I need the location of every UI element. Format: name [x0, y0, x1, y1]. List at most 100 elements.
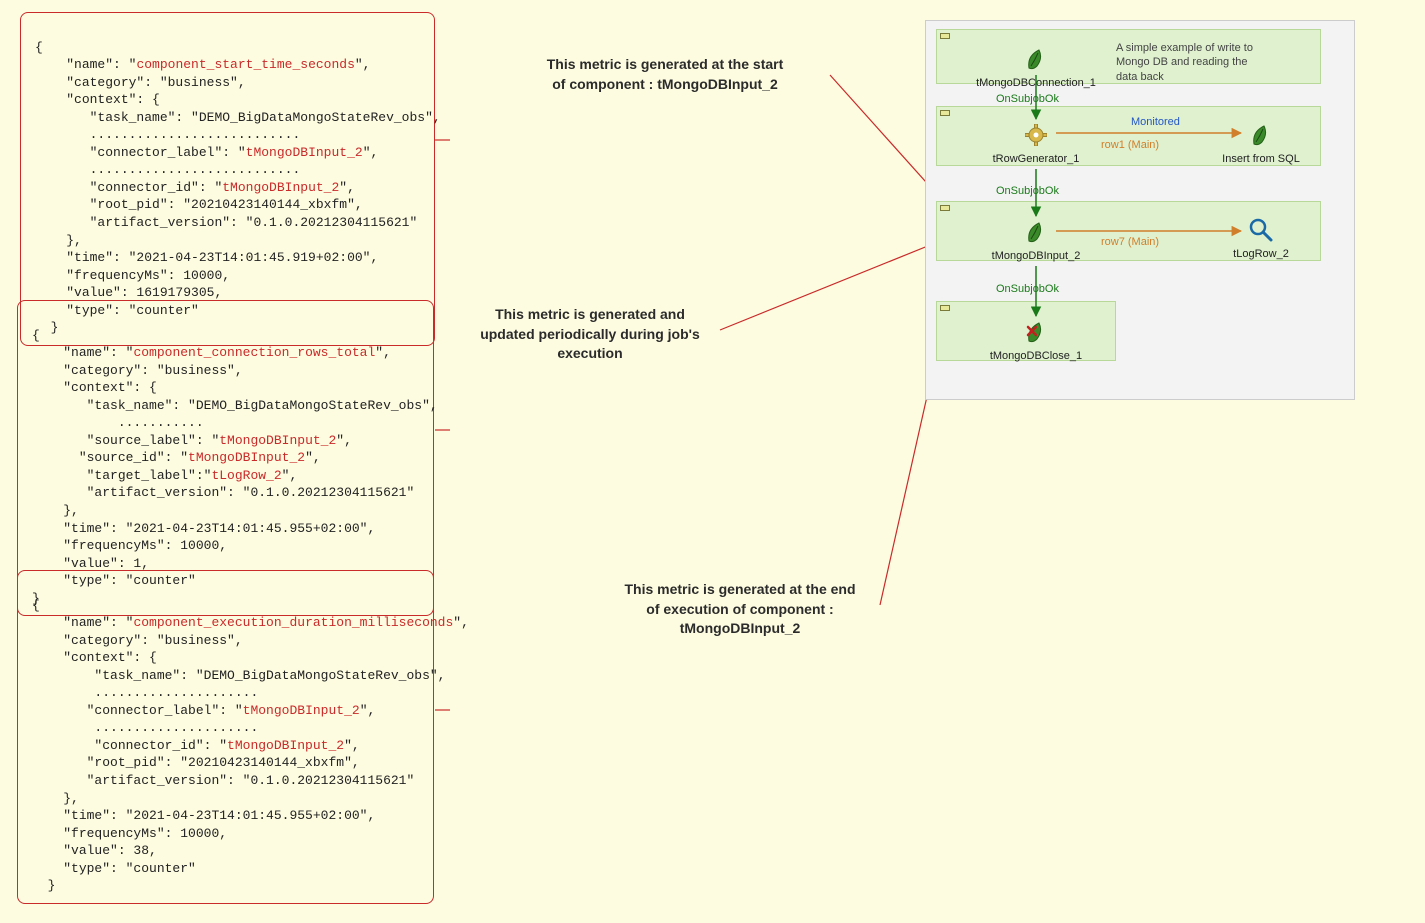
job-canvas: A simple example of write to Mongo DB an…	[925, 20, 1355, 400]
brace: {	[32, 598, 40, 613]
json-text: "artifact_version": "0.1.0.2021230411562…	[63, 485, 414, 500]
connector-id-value: tMongoDBInput_2	[227, 738, 344, 753]
json-text: "root_pid": "20210423140144_xbxfm",	[66, 197, 362, 212]
component-rowgenerator[interactable]: tRowGenerator_1	[976, 119, 1096, 165]
metric-name-value: component_execution_duration_millisecond…	[133, 615, 453, 630]
note-line: data back	[1116, 71, 1164, 83]
annotation-line: This metric is generated at the start	[547, 56, 784, 72]
collapse-handle-icon[interactable]	[940, 305, 950, 311]
annotation-line: tMongoDBInput_2	[680, 620, 801, 636]
json-text: "context": {	[66, 92, 160, 107]
flow-monitored-label: Monitored	[1131, 116, 1180, 128]
onsubjobok-label: OnSubjobOk	[996, 93, 1059, 105]
json-text: "task_name": "DEMO_BigDataMongoStateRev_…	[63, 668, 445, 683]
annotation-line: of execution of component :	[646, 601, 833, 617]
metric-name-value: component_start_time_seconds	[136, 57, 354, 72]
onsubjobok-label: OnSubjobOk	[996, 283, 1059, 295]
flow-row1-label: row1 (Main)	[1101, 139, 1159, 151]
leaf-icon	[1025, 48, 1047, 70]
json-text: "value": 1,	[63, 556, 149, 571]
json-text: "target_label":"	[63, 468, 211, 483]
json-text: ",	[305, 450, 321, 465]
source-id-value: tMongoDBInput_2	[188, 450, 305, 465]
target-label-value: tLogRow_2	[211, 468, 281, 483]
metric-box-duration: { "name": "component_execution_duration_…	[17, 570, 434, 904]
json-text: "category": "business",	[63, 633, 242, 648]
json-text: "frequencyMs": 10000,	[66, 268, 230, 283]
json-text: ",	[360, 703, 376, 718]
component-logrow[interactable]: tLogRow_2	[1201, 214, 1321, 260]
json-text: },	[63, 503, 79, 518]
json-text: "context": {	[63, 380, 157, 395]
metric-box-start-time: { "name": "component_start_time_seconds"…	[20, 12, 435, 346]
flow-row7-label: row7 (Main)	[1101, 236, 1159, 248]
json-text: "type": "counter"	[63, 861, 196, 876]
json-text: ",	[344, 738, 360, 753]
json-text: "source_id": "	[63, 450, 188, 465]
connector-label-value: tMongoDBInput_2	[246, 145, 363, 160]
collapse-handle-icon[interactable]	[940, 33, 950, 39]
json-text: "name": "	[63, 345, 133, 360]
json-text: "task_name": "DEMO_BigDataMongoStateRev_…	[63, 398, 437, 413]
json-text: "value": 1619179305,	[66, 285, 222, 300]
json-text: ",	[375, 345, 391, 360]
json-text: ",	[339, 180, 355, 195]
json-text: "root_pid": "20210423140144_xbxfm",	[63, 755, 359, 770]
json-text: "artifact_version": "0.1.0.2021230411562…	[63, 773, 414, 788]
json-text: "context": {	[63, 650, 157, 665]
json-text: ",	[282, 468, 298, 483]
json-text: "artifact_version": "0.1.0.2021230411562…	[66, 215, 417, 230]
annotation-start: This metric is generated at the start of…	[500, 55, 830, 94]
component-mongodbconnection[interactable]: tMongoDBConnection_1	[976, 43, 1096, 89]
metric-box-rows-total: { "name": "component_connection_rows_tot…	[17, 300, 434, 616]
collapse-handle-icon[interactable]	[940, 110, 950, 116]
brace: {	[32, 328, 40, 343]
annotation-line: updated periodically during job's	[480, 326, 700, 342]
json-text: .....................	[63, 685, 258, 700]
json-text: ",	[355, 57, 371, 72]
json-text: "category": "business",	[66, 75, 245, 90]
json-text: ...........................	[66, 127, 300, 142]
json-text: ",	[363, 145, 379, 160]
json-text: ",	[336, 433, 352, 448]
component-label: tMongoDBClose_1	[990, 350, 1082, 362]
component-mongodbinput[interactable]: tMongoDBInput_2	[976, 216, 1096, 262]
json-text: "time": "2021-04-23T14:01:45.955+02:00",	[63, 521, 375, 536]
json-text: },	[63, 791, 79, 806]
magnifier-icon	[1248, 217, 1274, 243]
annotation-end: This metric is generated at the end of e…	[590, 580, 890, 639]
component-label: tLogRow_2	[1233, 248, 1289, 260]
component-insert-from-sql[interactable]: Insert from SQL	[1201, 119, 1321, 165]
annotation-line: execution	[557, 345, 622, 361]
json-text: "frequencyMs": 10000,	[63, 826, 227, 841]
annotation-line: of component : tMongoDBInput_2	[552, 76, 778, 92]
json-text: "value": 38,	[63, 843, 157, 858]
note-line: A simple example of write to	[1116, 42, 1253, 54]
annotation-periodic: This metric is generated and updated per…	[455, 305, 725, 364]
component-label: tMongoDBInput_2	[992, 250, 1081, 262]
gear-icon	[1025, 124, 1047, 146]
leaf-icon	[1025, 221, 1047, 243]
json-text: "name": "	[63, 615, 133, 630]
json-text: ...........	[63, 415, 203, 430]
metric-name-value: component_connection_rows_total	[133, 345, 375, 360]
json-text: "connector_id": "	[66, 180, 222, 195]
component-mongodbclose[interactable]: tMongoDBClose_1	[976, 316, 1096, 362]
annotation-line: This metric is generated and	[495, 306, 685, 322]
connector-label-value: tMongoDBInput_2	[243, 703, 360, 718]
json-text: "time": "2021-04-23T14:01:45.955+02:00",	[63, 808, 375, 823]
json-text: "frequencyMs": 10000,	[63, 538, 227, 553]
source-label-value: tMongoDBInput_2	[219, 433, 336, 448]
annotation-line: This metric is generated at the end	[624, 581, 855, 597]
json-text: "connector_label": "	[66, 145, 245, 160]
leaf-close-icon	[1025, 321, 1047, 343]
component-label: tMongoDBConnection_1	[976, 77, 1096, 89]
component-label: tRowGenerator_1	[993, 153, 1080, 165]
json-text: "time": "2021-04-23T14:01:45.919+02:00",	[66, 250, 378, 265]
leaf-icon	[1250, 124, 1272, 146]
collapse-handle-icon[interactable]	[940, 205, 950, 211]
onsubjobok-label: OnSubjobOk	[996, 185, 1059, 197]
connector-id-value: tMongoDBInput_2	[222, 180, 339, 195]
json-text: "connector_label": "	[63, 703, 242, 718]
brace: {	[35, 40, 43, 55]
